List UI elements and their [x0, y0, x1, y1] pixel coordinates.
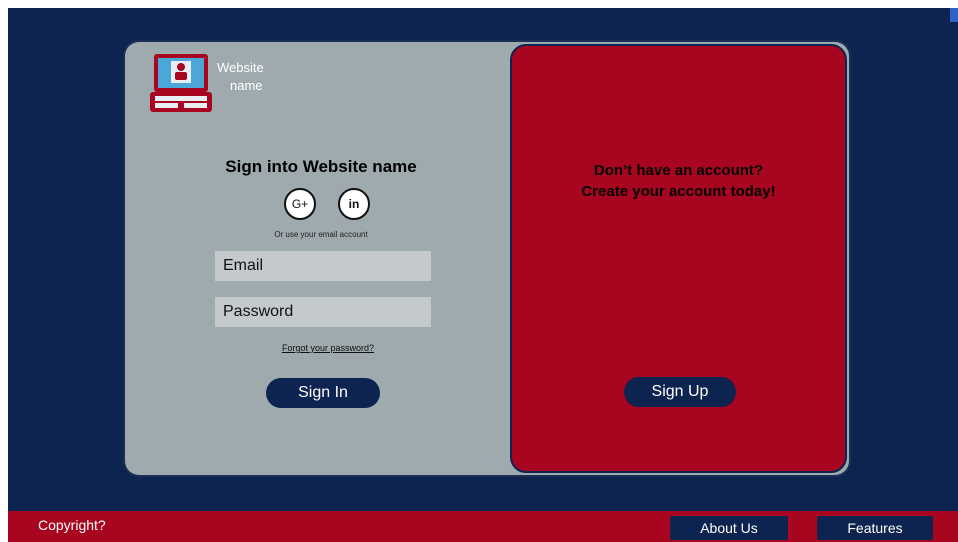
- about-us-button[interactable]: About Us: [670, 516, 788, 540]
- brand-name-line1: Website: [217, 60, 264, 75]
- auth-card: Website name Sign into Website name G+ i…: [125, 42, 849, 475]
- forgot-password-link[interactable]: Forgot your password?: [125, 343, 517, 353]
- app-window: Website name Sign into Website name G+ i…: [8, 8, 958, 542]
- corner-marker: [950, 8, 958, 22]
- google-plus-icon[interactable]: G+: [284, 188, 316, 220]
- footer-bar: Copyright? About Us Features: [8, 511, 958, 542]
- signup-promo-line2: Create your account today!: [581, 183, 776, 200]
- signup-promo-text: Don’t have an account? Create your accou…: [512, 160, 845, 202]
- sign-in-button[interactable]: Sign In: [266, 378, 380, 408]
- signin-title: Sign into Website name: [225, 157, 417, 176]
- signup-panel: Don’t have an account? Create your accou…: [510, 44, 847, 473]
- sign-up-button[interactable]: Sign Up: [624, 377, 736, 407]
- features-button[interactable]: Features: [817, 516, 933, 540]
- email-alternative-text: Or use your email account: [274, 230, 368, 239]
- copyright-text: Copyright?: [38, 517, 106, 533]
- email-field[interactable]: [215, 251, 431, 281]
- brand-name-line2: name: [230, 78, 263, 93]
- laptop-user-icon: [149, 52, 213, 114]
- signin-panel: Website name Sign into Website name G+ i…: [125, 42, 517, 475]
- linkedin-icon[interactable]: in: [338, 188, 370, 220]
- password-field[interactable]: [215, 297, 431, 327]
- brand-name: Website name: [217, 59, 287, 95]
- signup-promo-line1: Don’t have an account?: [593, 162, 764, 179]
